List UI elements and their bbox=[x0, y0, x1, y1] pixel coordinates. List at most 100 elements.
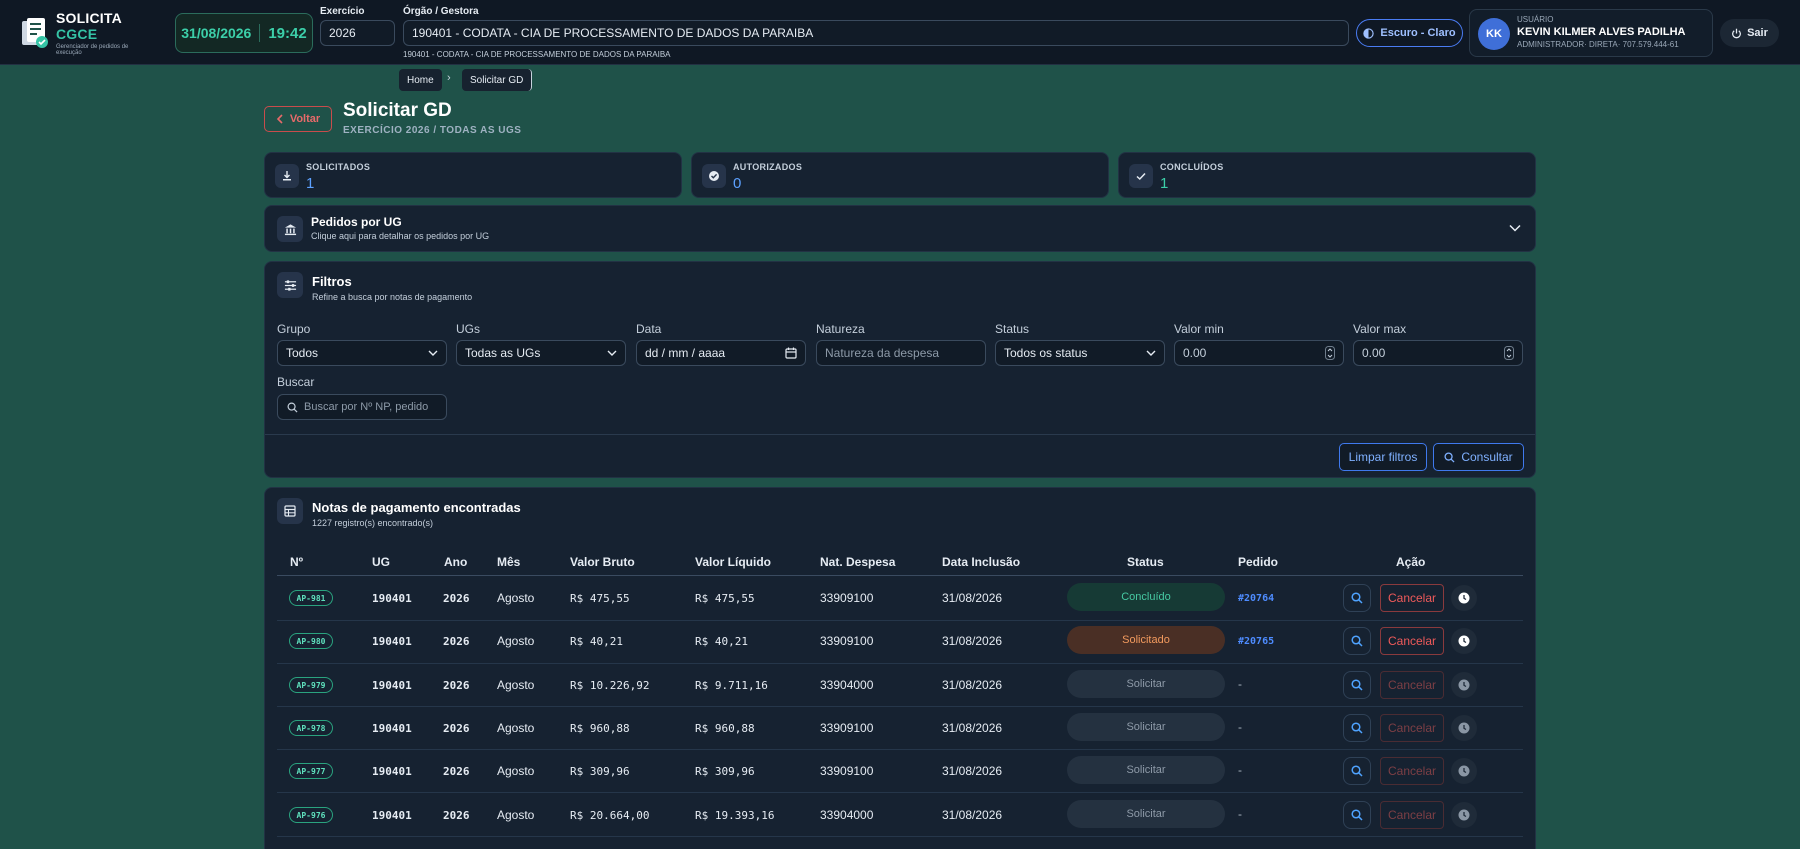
orgao-value: 190401 - CODATA - CIA DE PROCESSAMENTO D… bbox=[412, 26, 814, 40]
cancel-button[interactable]: Cancelar bbox=[1380, 671, 1444, 699]
column-header-np[interactable]: Nº bbox=[290, 555, 303, 569]
clear-filters-label: Limpar filtros bbox=[1348, 450, 1418, 464]
history-button[interactable] bbox=[1451, 758, 1477, 784]
column-header-data-inclusao[interactable]: Data Inclusão bbox=[942, 555, 1020, 569]
data-label: Data bbox=[636, 322, 662, 336]
exercicio-select[interactable]: 2026 bbox=[320, 20, 395, 46]
column-header-ug[interactable]: UG bbox=[372, 555, 390, 569]
solicitar-button[interactable]: Solicitar bbox=[1067, 800, 1225, 828]
column-header-ano[interactable]: Ano bbox=[444, 555, 467, 569]
search-icon bbox=[1351, 722, 1363, 734]
cell-valor-liquido: R$ 960,88 bbox=[695, 722, 755, 735]
stepper-icon[interactable] bbox=[1504, 346, 1514, 360]
back-button[interactable]: Voltar bbox=[264, 106, 332, 132]
solicitar-button[interactable]: Solicitar bbox=[1067, 713, 1225, 741]
column-header-valor-liquido[interactable]: Valor Líquido bbox=[695, 555, 771, 569]
cancel-button[interactable]: Cancelar bbox=[1380, 584, 1444, 612]
calendar-icon[interactable] bbox=[785, 347, 797, 359]
chevron-down-icon[interactable] bbox=[1509, 224, 1521, 232]
cell-mes: Agosto bbox=[497, 808, 535, 822]
cancel-button[interactable]: Cancelar bbox=[1380, 627, 1444, 655]
orgao-select[interactable]: 190401 - CODATA - CIA DE PROCESSAMENTO D… bbox=[403, 20, 1349, 46]
history-button[interactable] bbox=[1451, 628, 1477, 654]
breadcrumb-home[interactable]: Home bbox=[399, 69, 442, 91]
app-logo[interactable]: SOLICITA CGCE Gerenciador de pedidos de … bbox=[20, 10, 144, 56]
grupo-select[interactable]: Todos bbox=[277, 340, 447, 366]
np-badge[interactable]: AP-977 bbox=[289, 763, 333, 779]
pedido-empty: - bbox=[1238, 763, 1242, 777]
clock-icon bbox=[1458, 722, 1470, 734]
filters-subtitle: Refine a busca por notas de pagamento bbox=[312, 292, 473, 302]
column-header-nat-despesa[interactable]: Nat. Despesa bbox=[820, 555, 895, 569]
ugs-label: UGs bbox=[456, 322, 480, 336]
cell-ug: 190401 bbox=[372, 809, 412, 822]
current-date: 31/08/2026 bbox=[181, 25, 252, 41]
cancel-button[interactable]: Cancelar bbox=[1380, 757, 1444, 785]
search-icon bbox=[1351, 592, 1363, 604]
cancel-button[interactable]: Cancelar bbox=[1380, 801, 1444, 829]
filters-title: Filtros bbox=[312, 274, 352, 289]
top-bar: SOLICITA CGCE Gerenciador de pedidos de … bbox=[0, 0, 1800, 65]
pedido-link[interactable]: #20764 bbox=[1238, 593, 1274, 604]
history-button[interactable] bbox=[1451, 585, 1477, 611]
solicitar-button[interactable]: Solicitar bbox=[1067, 756, 1225, 784]
solicitar-button[interactable]: Solicitar bbox=[1067, 670, 1225, 698]
column-header-pedido[interactable]: Pedido bbox=[1238, 555, 1278, 569]
cell-data: 31/08/2026 bbox=[942, 808, 1003, 822]
np-badge[interactable]: AP-978 bbox=[289, 720, 333, 736]
cell-valor-liquido: R$ 19.393,16 bbox=[695, 809, 775, 822]
search-icon bbox=[287, 402, 298, 413]
view-button[interactable] bbox=[1343, 671, 1371, 699]
cell-mes: Agosto bbox=[497, 678, 535, 692]
consultar-button[interactable]: Consultar bbox=[1433, 443, 1524, 471]
pedido-link[interactable]: #20765 bbox=[1238, 636, 1274, 647]
history-button[interactable] bbox=[1451, 802, 1477, 828]
np-badge[interactable]: AP-979 bbox=[289, 677, 333, 693]
view-button[interactable] bbox=[1343, 584, 1371, 612]
logout-button[interactable]: Sair bbox=[1720, 19, 1779, 47]
cell-valor-bruto: R$ 475,55 bbox=[570, 592, 630, 605]
clock-icon bbox=[1458, 679, 1470, 691]
np-badge[interactable]: AP-980 bbox=[289, 633, 333, 649]
cell-valor-liquido: R$ 40,21 bbox=[695, 635, 748, 648]
clear-filters-button[interactable]: Limpar filtros bbox=[1339, 443, 1427, 471]
clock-icon bbox=[1458, 765, 1470, 777]
valor-max-input[interactable]: 0.00 bbox=[1353, 340, 1523, 366]
sliders-icon bbox=[277, 272, 303, 298]
cell-data: 31/08/2026 bbox=[942, 764, 1003, 778]
np-badge[interactable]: AP-981 bbox=[289, 590, 333, 606]
stat-label: CONCLUÍDOS bbox=[1160, 162, 1224, 172]
column-header-valor-bruto[interactable]: Valor Bruto bbox=[570, 555, 635, 569]
search-placeholder: Buscar por Nº NP, pedido bbox=[304, 401, 429, 413]
pedidos-por-ug-panel[interactable]: Pedidos por UG Clique aqui para detalhar… bbox=[264, 205, 1536, 252]
data-input[interactable]: dd / mm / aaaa bbox=[636, 340, 806, 366]
cell-ug: 190401 bbox=[372, 679, 412, 692]
view-button[interactable] bbox=[1343, 714, 1371, 742]
column-header-status[interactable]: Status bbox=[1127, 555, 1164, 569]
orgao-label: Órgão / Gestora bbox=[403, 6, 479, 17]
cell-ano: 2026 bbox=[443, 679, 470, 692]
cell-mes: Agosto bbox=[497, 764, 535, 778]
natureza-input[interactable]: Natureza da despesa bbox=[816, 340, 986, 366]
cell-nat-despesa: 33909100 bbox=[820, 721, 874, 735]
theme-toggle-label: Escuro - Claro bbox=[1380, 27, 1456, 39]
theme-toggle-button[interactable]: Escuro - Claro bbox=[1356, 19, 1463, 47]
history-button[interactable] bbox=[1451, 672, 1477, 698]
history-button[interactable] bbox=[1451, 715, 1477, 741]
np-badge[interactable]: AP-976 bbox=[289, 807, 333, 823]
column-header-mes[interactable]: Mês bbox=[497, 555, 520, 569]
ugs-select[interactable]: Todas as UGs bbox=[456, 340, 626, 366]
natureza-placeholder: Natureza da despesa bbox=[825, 346, 940, 360]
user-info[interactable]: KK USUÁRIO KEVIN KILMER ALVES PADILHA AD… bbox=[1469, 9, 1713, 57]
cell-ug: 190401 bbox=[372, 635, 412, 648]
stepper-icon[interactable] bbox=[1325, 346, 1335, 360]
status-select[interactable]: Todos os status bbox=[995, 340, 1165, 366]
view-button[interactable] bbox=[1343, 757, 1371, 785]
stat-value: 1 bbox=[306, 175, 315, 192]
search-input[interactable]: Buscar por Nº NP, pedido bbox=[277, 394, 447, 420]
view-button[interactable] bbox=[1343, 801, 1371, 829]
cancel-button[interactable]: Cancelar bbox=[1380, 714, 1444, 742]
cell-ug: 190401 bbox=[372, 592, 412, 605]
view-button[interactable] bbox=[1343, 627, 1371, 655]
valor-min-input[interactable]: 0.00 bbox=[1174, 340, 1344, 366]
